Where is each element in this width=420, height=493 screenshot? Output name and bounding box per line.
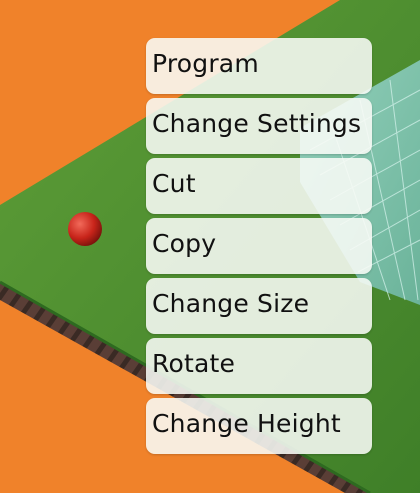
menu-item-label: Copy [152, 228, 217, 258]
menu-item-change-settings[interactable]: Change Settings [146, 98, 372, 154]
menu-item-change-size[interactable]: Change Size [146, 278, 372, 334]
context-menu: Program Change Settings Cut Copy Change … [146, 38, 372, 458]
menu-item-copy[interactable]: Copy [146, 218, 372, 274]
menu-item-label: Cut [152, 168, 196, 198]
menu-item-rotate[interactable]: Rotate [146, 338, 372, 394]
menu-item-program[interactable]: Program [146, 38, 372, 94]
menu-item-label: Change Settings [152, 108, 362, 138]
menu-item-cut[interactable]: Cut [146, 158, 372, 214]
menu-item-change-height[interactable]: Change Height [146, 398, 372, 454]
red-ball-icon[interactable] [68, 212, 102, 246]
menu-item-label: Change Height [152, 408, 341, 438]
menu-item-label: Rotate [152, 348, 236, 378]
menu-item-label: Program [152, 48, 259, 78]
menu-item-label: Change Size [152, 288, 310, 318]
